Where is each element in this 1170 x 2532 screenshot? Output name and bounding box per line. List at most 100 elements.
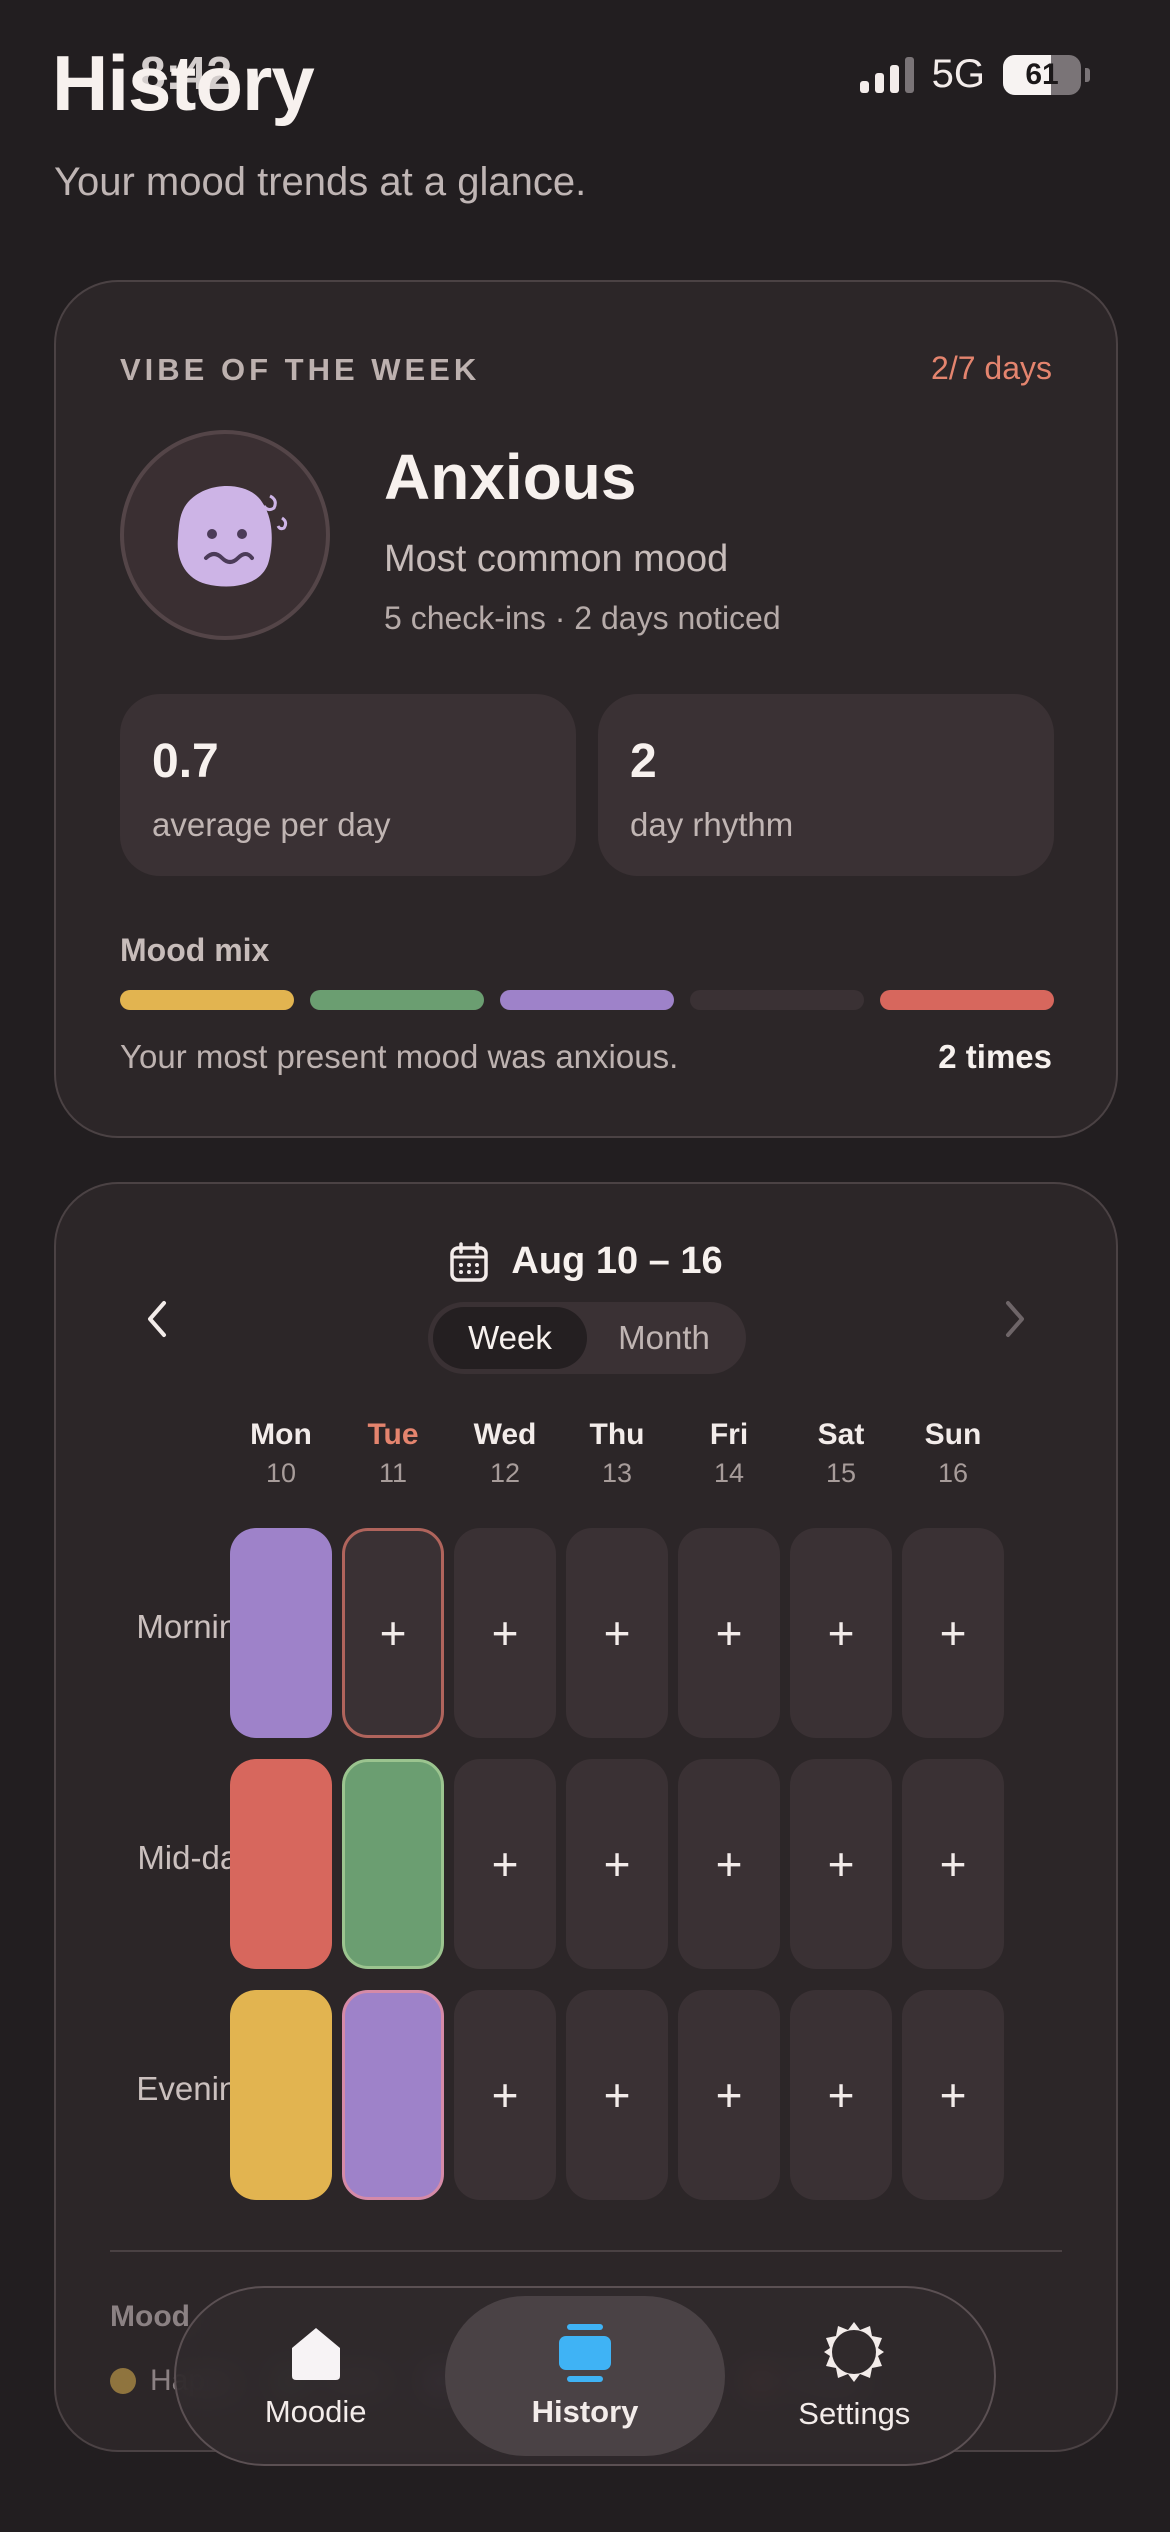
plus-icon: + <box>715 2069 743 2121</box>
chevron-right-icon <box>1006 1301 1024 1337</box>
plus-icon: + <box>491 1607 519 1659</box>
tab-label: History <box>531 2394 639 2429</box>
signal-icon <box>859 56 914 93</box>
day-header-wed: Wed 12 <box>454 1418 556 1489</box>
day-name: Mon <box>250 1418 312 1451</box>
legend-title: Mood <box>110 2300 190 2333</box>
toggle-week[interactable]: Week <box>433 1307 587 1369</box>
add-entry-button[interactable]: + <box>678 1990 780 2200</box>
mood-mix-segment <box>690 990 864 1010</box>
day-name: Sun <box>924 1418 982 1451</box>
stat-label: average per day <box>152 806 391 843</box>
plus-icon: + <box>603 1607 631 1659</box>
stat-value: 0.7 <box>152 735 219 788</box>
add-entry-button[interactable]: + <box>454 1759 556 1969</box>
add-entry-button[interactable]: + <box>902 1528 1004 1738</box>
toggle-month[interactable]: Month <box>587 1307 741 1369</box>
add-entry-button[interactable]: + <box>566 1759 668 1969</box>
plus-icon: + <box>827 1838 855 1890</box>
mood-mix-count: 2 times <box>938 1038 1052 1075</box>
week-month-toggle: Week Month <box>428 1302 746 1374</box>
mood-mix-bar <box>120 990 1054 1010</box>
tab-settings[interactable]: Settings <box>725 2296 984 2456</box>
tab-label: Moodie <box>264 2394 367 2429</box>
day-header-sun: Sun 16 <box>902 1418 1004 1489</box>
add-entry-button[interactable]: + <box>454 1990 556 2200</box>
plus-icon: + <box>491 1838 519 1890</box>
page-title: History <box>52 39 315 127</box>
plus-icon: + <box>939 2069 967 2121</box>
top-mood-description: Most common mood <box>384 538 729 580</box>
day-number: 13 <box>601 1458 633 1488</box>
mood-entry-angry[interactable] <box>230 1759 332 1969</box>
battery-icon: 61 <box>1003 54 1090 95</box>
day-number: 11 <box>378 1458 408 1488</box>
chevron-left-icon <box>148 1301 166 1337</box>
add-entry-button[interactable]: + <box>902 1990 1004 2200</box>
day-name: Sat <box>817 1418 865 1451</box>
add-entry-button[interactable]: + <box>790 1528 892 1738</box>
day-name: Wed <box>473 1418 537 1451</box>
week-range: Aug 10 – 16 <box>56 1240 1116 1283</box>
day-number: 14 <box>713 1458 745 1488</box>
battery-percent: 61 <box>1025 57 1059 91</box>
plus-icon: + <box>603 2069 631 2121</box>
page-subtitle: Your mood trends at a glance. <box>54 160 587 204</box>
day-header-thu: Thu 13 <box>566 1418 668 1489</box>
stat-value: 2 <box>630 735 657 788</box>
next-week-button[interactable] <box>980 1284 1050 1354</box>
day-header-fri: Fri 14 <box>678 1418 780 1489</box>
day-header-mon: Mon 10 <box>230 1418 332 1489</box>
history-stack-icon <box>558 2324 611 2382</box>
tab-history[interactable]: History <box>445 2296 725 2456</box>
legend-divider <box>110 2250 1062 2252</box>
status-indicators: 5G 61 <box>859 52 1090 97</box>
stat-label: day rhythm <box>630 806 794 843</box>
plus-icon: + <box>491 2069 519 2121</box>
plus-icon: + <box>827 2069 855 2121</box>
anxious-mood-avatar <box>120 430 330 640</box>
add-entry-button[interactable]: + <box>454 1528 556 1738</box>
day-number: 16 <box>937 1458 969 1488</box>
stat-average-per-day: 0.7 average per day <box>120 694 576 876</box>
top-mood-name: Anxious <box>384 441 637 513</box>
calendar-icon <box>450 1241 489 1282</box>
mood-mix-segment <box>310 990 484 1010</box>
add-entry-button[interactable]: + <box>342 1528 444 1738</box>
plus-icon: + <box>715 1838 743 1890</box>
mood-entry-anxious[interactable] <box>342 1990 444 2200</box>
add-entry-button[interactable]: + <box>566 1990 668 2200</box>
add-entry-button[interactable]: + <box>678 1528 780 1738</box>
mood-mix-label: Mood mix <box>120 932 270 968</box>
mood-mix-segment <box>500 990 674 1010</box>
add-entry-button[interactable]: + <box>902 1759 1004 1969</box>
tab-bar: Moodie History Settings <box>174 2286 996 2466</box>
mood-mix-note: Your most present mood was anxious. <box>120 1038 679 1075</box>
mood-entry-anxious[interactable] <box>230 1528 332 1738</box>
tab-label: Settings <box>798 2396 911 2431</box>
add-entry-button[interactable]: + <box>678 1759 780 1969</box>
week-calendar-card: Aug 10 – 16 Week Month Mon 10 Tue 11 Wed 12 Th… <box>54 1182 1118 2452</box>
vibe-of-the-week-card: VIBE OF THE WEEK 2/7 days Anxious Most c… <box>54 280 1118 1138</box>
plus-icon: + <box>715 1607 743 1659</box>
tab-moodie[interactable]: Moodie <box>186 2296 445 2456</box>
day-number: 12 <box>489 1458 521 1488</box>
add-entry-button[interactable]: + <box>566 1528 668 1738</box>
day-header-tue: Tue 11 <box>342 1418 444 1489</box>
mood-entry-happy[interactable] <box>230 1990 332 2200</box>
plus-icon: + <box>939 1838 967 1890</box>
previous-week-button[interactable] <box>122 1284 192 1354</box>
mood-mix-segment <box>880 990 1054 1010</box>
day-number: 15 <box>825 1458 857 1488</box>
stat-day-rhythm: 2 day rhythm <box>598 694 1054 876</box>
legend-dot <box>110 2368 136 2394</box>
vibe-label: VIBE OF THE WEEK <box>120 352 481 387</box>
day-name: Fri <box>709 1418 749 1451</box>
add-entry-button[interactable]: + <box>790 1990 892 2200</box>
mood-entry-calm[interactable] <box>342 1759 444 1969</box>
plus-icon: + <box>603 1838 631 1890</box>
anxious-face-icon <box>177 485 288 587</box>
add-entry-button[interactable]: + <box>790 1759 892 1969</box>
plus-icon: + <box>939 1607 967 1659</box>
day-name: Tue <box>367 1418 419 1451</box>
